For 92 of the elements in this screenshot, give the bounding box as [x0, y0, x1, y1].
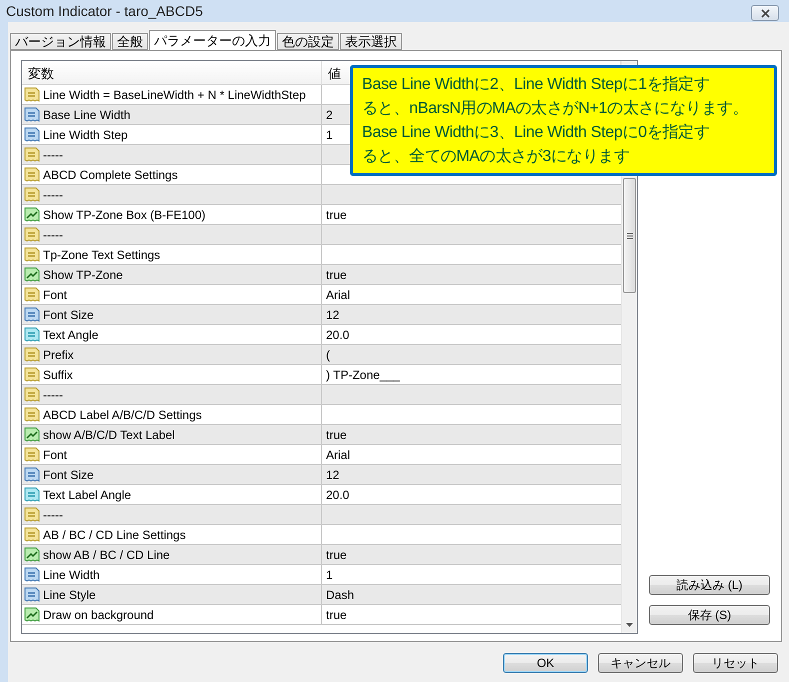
parameter-name: AB / BC / CD Line Settings — [43, 528, 186, 542]
integer-type-icon — [24, 106, 40, 122]
callout-text: ると、全てのMAの太さが3になります — [362, 146, 630, 167]
integer-type-icon — [24, 306, 40, 322]
parameter-name: Text Angle — [43, 328, 98, 342]
parameter-name: ABCD Complete Settings — [43, 168, 178, 182]
parameter-name: ----- — [43, 228, 63, 242]
decimal-type-icon — [24, 326, 40, 342]
parameter-value[interactable]: true — [326, 608, 347, 622]
decimal-type-icon — [24, 486, 40, 502]
parameter-value[interactable]: true — [326, 208, 347, 222]
parameter-name: Show TP-Zone Box (B-FE100) — [43, 208, 206, 222]
integer-type-icon — [24, 126, 40, 142]
parameter-name: Base Line Width — [43, 108, 130, 122]
integer-type-icon — [24, 586, 40, 602]
string-type-icon — [24, 86, 40, 102]
string-type-icon — [24, 446, 40, 462]
parameter-value[interactable]: 12 — [326, 468, 340, 482]
parameter-value[interactable]: 20.0 — [326, 488, 350, 502]
string-type-icon — [24, 386, 40, 402]
parameter-name: ----- — [43, 148, 63, 162]
boolean-type-icon — [24, 266, 40, 282]
parameter-name: Font Size — [43, 468, 94, 482]
parameter-name: ----- — [43, 188, 63, 202]
tab[interactable]: パラメーターの入力 — [149, 30, 276, 50]
parameter-name: Show TP-Zone — [43, 268, 123, 282]
parameter-name: Line Width Step — [43, 128, 128, 142]
dialog-button[interactable]: リセット — [693, 653, 778, 673]
tab[interactable]: 表示選択 — [340, 33, 402, 50]
dialog-button[interactable]: キャンセル — [598, 653, 683, 673]
parameter-value[interactable]: Arial — [326, 448, 350, 462]
parameter-name: Line Width — [43, 568, 100, 582]
parameter-name: Font — [43, 288, 68, 302]
boolean-type-icon — [24, 546, 40, 562]
string-type-icon — [24, 246, 40, 262]
parameter-value[interactable]: 2 — [326, 108, 333, 122]
string-type-icon — [24, 146, 40, 162]
parameter-name: Line Width = BaseLineWidth + N * LineWidthStep — [43, 88, 306, 102]
string-type-icon — [24, 286, 40, 302]
parameter-name: Prefix — [43, 348, 74, 362]
string-type-icon — [24, 186, 40, 202]
boolean-type-icon — [24, 606, 40, 622]
boolean-type-icon — [24, 426, 40, 442]
tab[interactable]: 全般 — [112, 33, 148, 50]
parameter-value[interactable]: 12 — [326, 308, 340, 322]
parameter-value[interactable]: true — [326, 428, 347, 442]
parameter-name: Line Style — [43, 588, 96, 602]
callout-text: ると、nBarsN用のMAの太さがN+1の太さになります。 — [362, 98, 750, 119]
close-button[interactable] — [751, 5, 779, 21]
window-title: Custom Indicator - taro_ABCD5 — [6, 3, 203, 19]
parameter-value[interactable]: 20.0 — [326, 328, 350, 342]
string-type-icon — [24, 506, 40, 522]
parameter-name: Text Label Angle — [43, 488, 132, 502]
string-type-icon — [24, 346, 40, 362]
scroll-thumb[interactable] — [623, 178, 636, 293]
parameter-value[interactable]: 1 — [326, 568, 333, 582]
integer-type-icon — [24, 566, 40, 582]
parameter-name: ----- — [43, 508, 63, 522]
tab[interactable]: 色の設定 — [277, 33, 339, 50]
column-header[interactable]: 変数 — [22, 61, 322, 85]
string-type-icon — [24, 226, 40, 242]
parameter-value[interactable]: Arial — [326, 288, 350, 302]
string-type-icon — [24, 366, 40, 382]
integer-type-icon — [24, 466, 40, 482]
callout-text: Base Line Widthに3、Line Width Stepに0を指定す — [362, 122, 711, 143]
close-icon — [760, 8, 770, 18]
string-type-icon — [24, 406, 40, 422]
parameter-value[interactable]: true — [326, 268, 347, 282]
parameter-value[interactable]: Dash — [326, 588, 354, 602]
scroll-down-icon — [626, 622, 633, 626]
parameter-name: ----- — [43, 388, 63, 402]
dialog-button[interactable]: OK — [503, 653, 588, 673]
callout-text: Base Line Widthに2、Line Width Stepに1を指定す — [362, 74, 711, 95]
parameter-name: Font — [43, 448, 68, 462]
parameter-value[interactable]: ) TP-Zone___ — [326, 368, 400, 382]
parameter-name: Tp-Zone Text Settings — [43, 248, 160, 262]
string-type-icon — [24, 526, 40, 542]
parameter-name: Suffix — [43, 368, 73, 382]
boolean-type-icon — [24, 206, 40, 222]
string-type-icon — [24, 166, 40, 182]
parameter-value[interactable]: true — [326, 548, 347, 562]
parameter-name: show A/B/C/D Text Label — [43, 428, 175, 442]
grip-icon — [626, 232, 632, 238]
parameter-name: Font Size — [43, 308, 94, 322]
parameter-value[interactable]: 1 — [326, 128, 333, 142]
side-button[interactable]: 保存 (S) — [649, 605, 770, 625]
parameter-name: show AB / BC / CD Line — [43, 548, 170, 562]
parameter-value[interactable]: ( — [326, 348, 330, 362]
parameter-name: Draw on background — [43, 608, 154, 622]
side-button[interactable]: 読み込み (L) — [649, 575, 770, 595]
tab[interactable]: バージョン情報 — [10, 33, 111, 50]
parameter-name: ABCD Label A/B/C/D Settings — [43, 408, 202, 422]
